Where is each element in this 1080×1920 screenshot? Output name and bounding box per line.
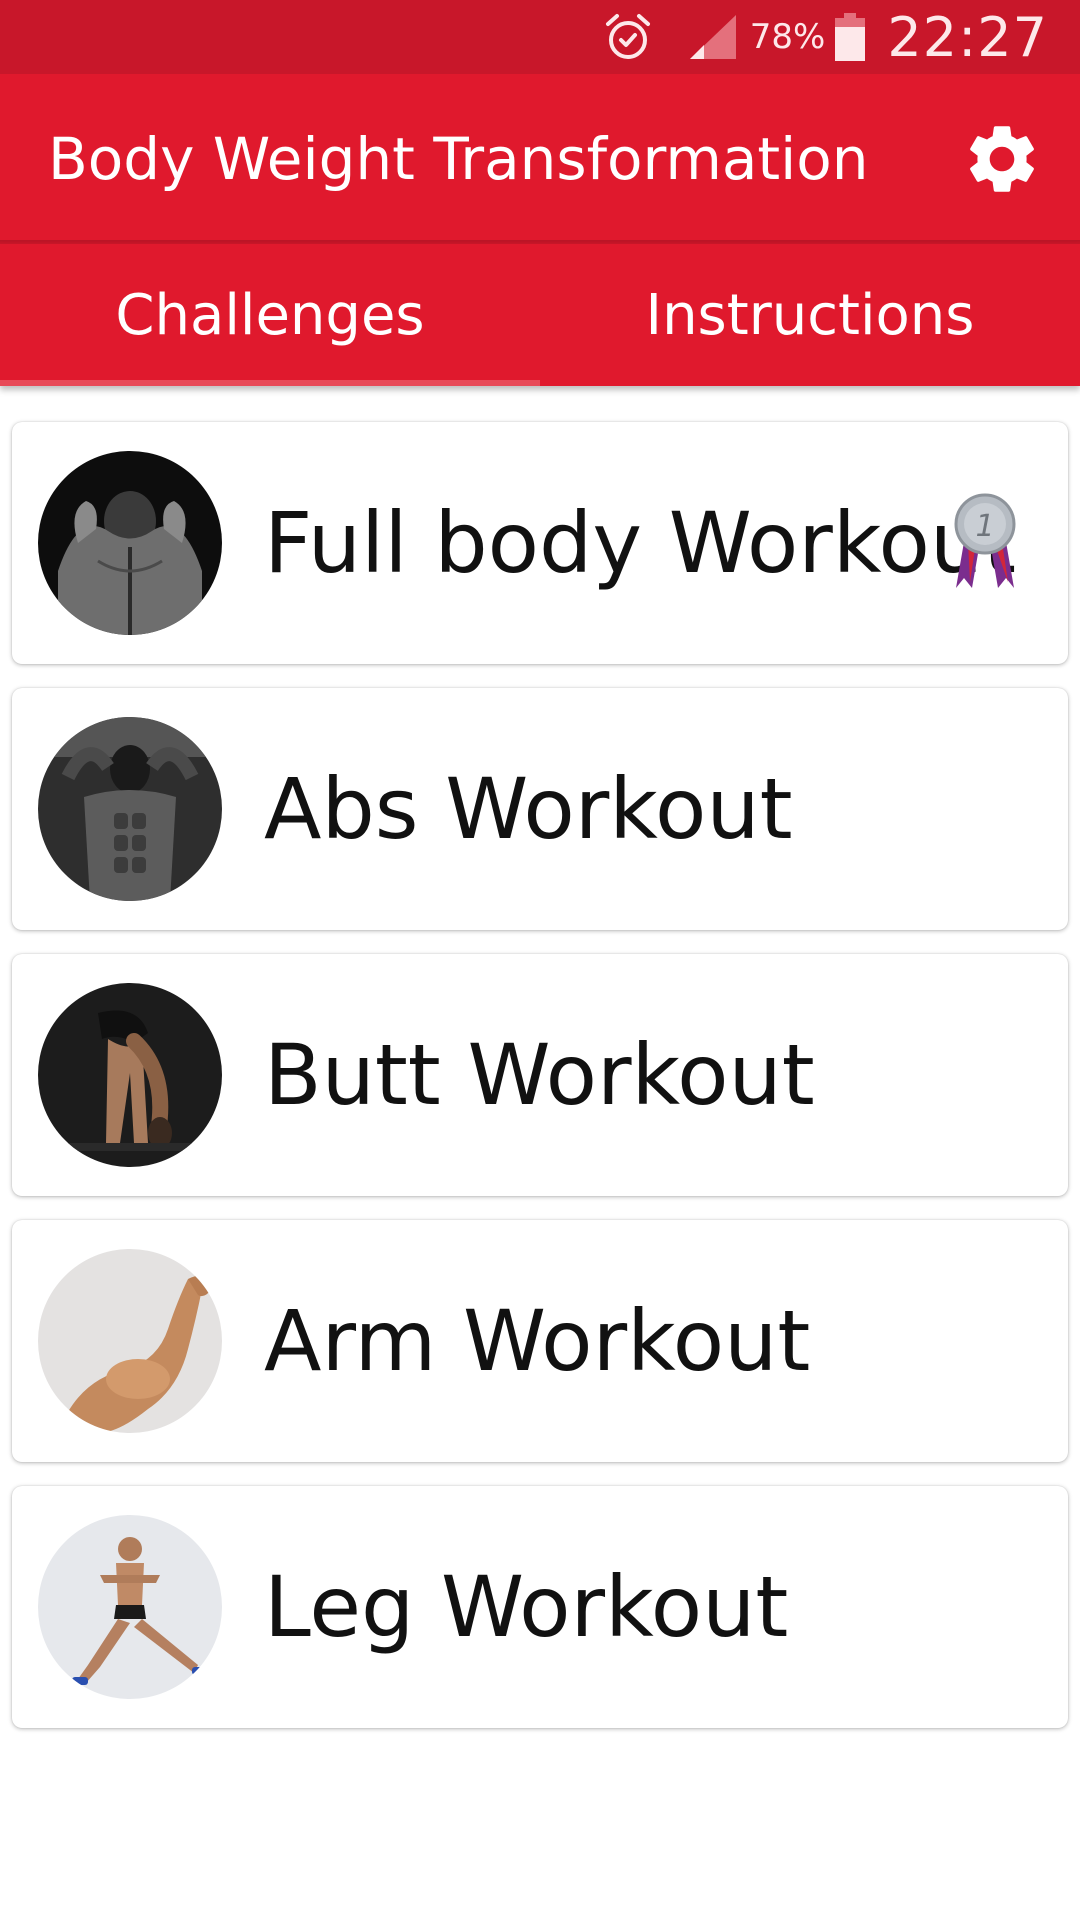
tab-challenges[interactable]: Challenges xyxy=(0,244,540,386)
app-bar: Body Weight Transformation xyxy=(0,74,1080,244)
status-bar: 78% 22:27 xyxy=(0,0,1080,74)
workout-label: Leg Workout xyxy=(264,1558,789,1656)
tab-bar: Challenges Instructions xyxy=(0,244,1080,386)
workout-list: Full body Workout 1 Abs Workout Butt Wor… xyxy=(12,422,1068,1752)
svg-text:1: 1 xyxy=(975,509,994,544)
abs-thumbnail xyxy=(38,717,222,901)
workout-card-abs[interactable]: Abs Workout xyxy=(12,688,1068,930)
tab-challenges-label: Challenges xyxy=(115,282,425,348)
battery-percent: 78% xyxy=(749,17,826,57)
full-body-thumbnail xyxy=(38,451,222,635)
arm-thumbnail xyxy=(38,1249,222,1433)
workout-label: Butt Workout xyxy=(264,1026,815,1124)
butt-thumbnail xyxy=(38,983,222,1167)
alarm-icon xyxy=(604,12,652,62)
settings-button[interactable] xyxy=(954,111,1050,207)
workout-label: Abs Workout xyxy=(264,760,793,858)
tab-instructions[interactable]: Instructions xyxy=(540,244,1080,386)
workout-card-arm[interactable]: Arm Workout xyxy=(12,1220,1068,1462)
workout-card-leg[interactable]: Leg Workout xyxy=(12,1486,1068,1728)
tab-instructions-label: Instructions xyxy=(645,282,975,348)
battery-icon xyxy=(835,13,866,61)
workout-card-full-body[interactable]: Full body Workout 1 xyxy=(12,422,1068,664)
workout-label: Arm Workout xyxy=(264,1292,811,1390)
workout-card-butt[interactable]: Butt Workout xyxy=(12,954,1068,1196)
app-title: Body Weight Transformation xyxy=(48,125,869,193)
workout-label: Full body Workout xyxy=(264,494,1017,592)
leg-thumbnail xyxy=(38,1515,222,1699)
clock: 22:27 xyxy=(887,5,1048,69)
medal-icon: 1 xyxy=(950,492,1020,592)
gear-icon xyxy=(970,126,1034,192)
signal-icon xyxy=(688,13,738,61)
